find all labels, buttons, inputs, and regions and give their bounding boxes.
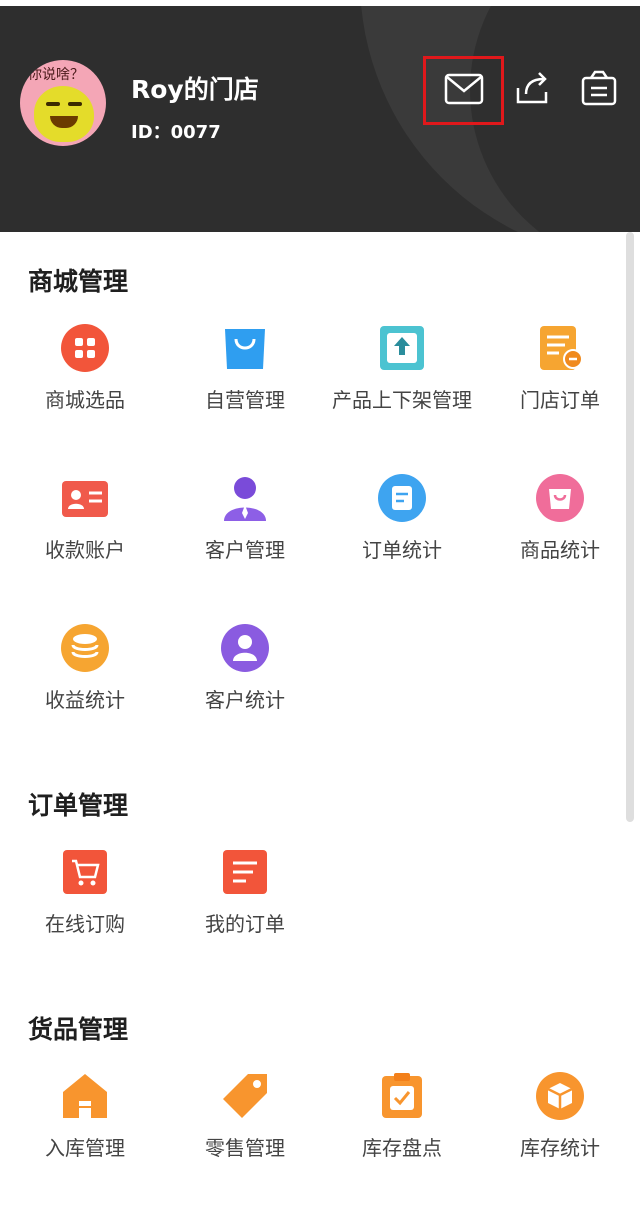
grid-item-revenue-statistics[interactable]: 收益统计	[5, 622, 165, 713]
top-strip	[0, 0, 640, 6]
product-stat-icon	[534, 472, 586, 524]
grid-item-label: 门店订单	[520, 388, 600, 412]
grid-item-product-statistics[interactable]: 商品统计	[480, 472, 640, 563]
customer-icon	[219, 472, 271, 524]
avatar-face	[34, 86, 94, 142]
order-doc-icon	[534, 322, 586, 374]
box-icon	[534, 1070, 586, 1122]
grid-item-payment-account[interactable]: 收款账户	[5, 472, 165, 563]
grid-item-store-orders[interactable]: 门店订单	[480, 322, 640, 413]
order-stat-icon	[376, 472, 428, 524]
grid-item-label: 产品上下架管理	[332, 388, 472, 412]
my-order-icon	[219, 846, 271, 898]
grid-item-order-statistics[interactable]: 订单统计	[322, 472, 482, 563]
grid-item-customer-management[interactable]: 客户管理	[165, 472, 325, 563]
store-icon	[579, 68, 619, 112]
grid-item-label: 商品统计	[520, 538, 600, 562]
grid-item-label: 收益统计	[45, 688, 125, 712]
store-button[interactable]	[577, 68, 621, 112]
grid-item-self-managed[interactable]: 自营管理	[165, 322, 325, 413]
tag-icon	[219, 1070, 271, 1122]
grid-item-label: 库存统计	[520, 1136, 600, 1160]
upload-box-icon	[376, 322, 428, 374]
store-name: Roy的门店	[131, 75, 259, 104]
grid-item-customer-statistics[interactable]: 客户统计	[165, 622, 325, 713]
grid-item-my-orders[interactable]: 我的订单	[165, 846, 325, 937]
section-title-mall: 商城管理	[28, 267, 129, 296]
grid-item-label: 商城选品	[45, 388, 125, 412]
warehouse-icon	[59, 1070, 111, 1122]
grid-item-inbound-management[interactable]: 入库管理	[5, 1070, 165, 1161]
coins-icon	[59, 622, 111, 674]
grid-item-label: 订单统计	[362, 538, 442, 562]
grid-item-label: 入库管理	[45, 1136, 125, 1160]
grid-item-mall-selection[interactable]: 商城选品	[5, 322, 165, 413]
store-id: ID：0077	[131, 122, 221, 143]
store-header: 你说啥？ Roy的门店 ID：0077	[0, 0, 640, 232]
grid-item-inventory-check[interactable]: 库存盘点	[322, 1070, 482, 1161]
customer-stat-icon	[219, 622, 271, 674]
grid-item-label: 我的订单	[205, 912, 285, 936]
grid-item-label: 在线订购	[45, 912, 125, 936]
share-icon	[512, 68, 552, 112]
grid-item-label: 零售管理	[205, 1136, 285, 1160]
grid-item-online-purchase[interactable]: 在线订购	[5, 846, 165, 937]
grid-item-label: 客户统计	[205, 688, 285, 712]
account-card-icon	[59, 472, 111, 524]
grid-item-label: 客户管理	[205, 538, 285, 562]
mail-icon	[444, 73, 484, 109]
mail-button[interactable]	[423, 56, 504, 125]
clipboard-check-icon	[376, 1070, 428, 1122]
grid-item-inventory-statistics[interactable]: 库存统计	[480, 1070, 640, 1161]
avatar[interactable]: 你说啥？	[20, 60, 106, 146]
cart-icon	[59, 846, 111, 898]
share-button[interactable]	[510, 68, 554, 112]
avatar-caption: 你说啥？	[28, 67, 84, 83]
grid-item-label: 库存盘点	[362, 1136, 442, 1160]
grid-item-label: 自营管理	[205, 388, 285, 412]
grid-item-label: 收款账户	[45, 538, 125, 562]
section-title-goods: 货品管理	[28, 1015, 129, 1044]
grid-item-retail-management[interactable]: 零售管理	[165, 1070, 325, 1161]
grid-item-product-listing[interactable]: 产品上下架管理	[322, 322, 482, 413]
grid-icon	[59, 322, 111, 374]
shopping-bag-icon	[219, 322, 271, 374]
section-title-orders: 订单管理	[28, 791, 129, 820]
